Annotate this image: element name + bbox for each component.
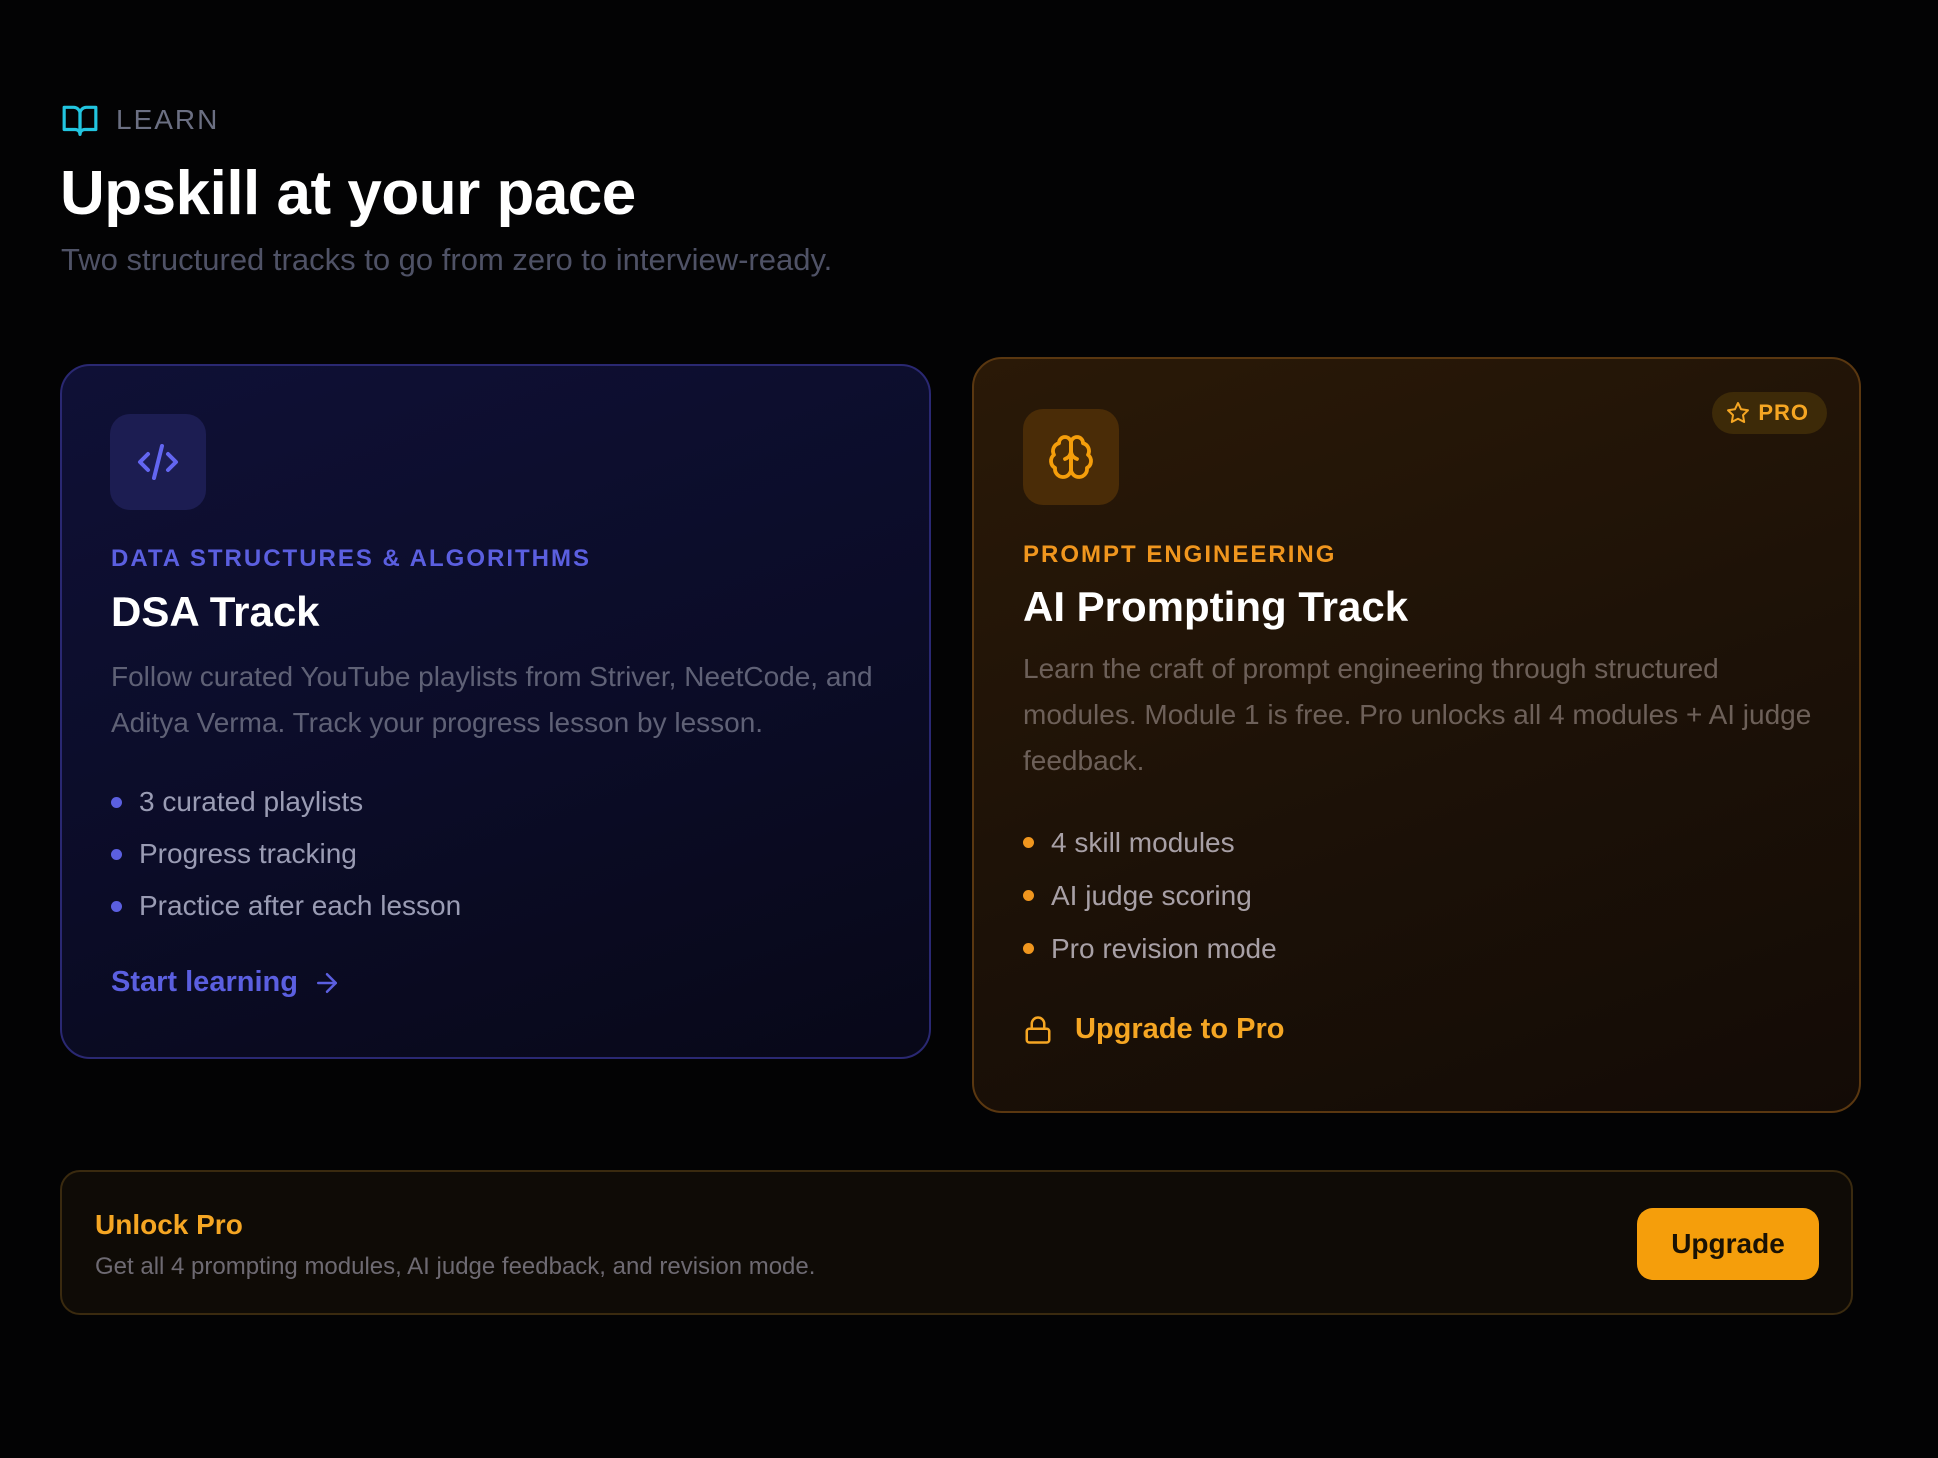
track-description: Learn the craft of prompt engineering th… xyxy=(1023,653,1812,776)
bullet-dot xyxy=(1023,943,1034,954)
page-title: Upskill at your pace xyxy=(60,159,636,228)
bullet-dot xyxy=(1023,890,1034,901)
track-title: AI Prompting Track xyxy=(1023,583,1409,630)
section-eyebrow: LEARN xyxy=(61,101,219,139)
bullet-dot xyxy=(111,848,122,860)
upgrade-button[interactable]: Upgrade xyxy=(1637,1208,1819,1280)
unlock-pro-banner: Unlock Pro Get all 4 prompting modules, … xyxy=(60,1170,1853,1315)
bullet-dot xyxy=(1023,837,1034,848)
banner-description: Get all 4 prompting modules, AI judge fe… xyxy=(95,1253,816,1280)
bullet-dot xyxy=(111,900,122,912)
track-kicker: DATA STRUCTURES & ALGORITHMS xyxy=(111,545,591,572)
track-kicker: PROMPT ENGINEERING xyxy=(1023,541,1337,568)
feature-label: AI judge scoring xyxy=(1051,879,1252,911)
dsa-track-card[interactable]: DATA STRUCTURES & ALGORITHMS DSA Track F… xyxy=(60,364,931,1059)
banner-title: Unlock Pro xyxy=(95,1209,243,1240)
feature-list: 3 curated playlists Progress tracking Pr… xyxy=(111,776,461,932)
eyebrow-label: LEARN xyxy=(116,104,220,135)
list-item: Progress tracking xyxy=(111,828,461,880)
brain-icon xyxy=(1047,433,1095,481)
upgrade-to-pro-link[interactable]: Upgrade to Pro xyxy=(1023,1013,1284,1046)
list-item: 3 curated playlists xyxy=(111,776,461,828)
feature-list: 4 skill modules AI judge scoring Pro rev… xyxy=(1023,816,1277,975)
page-subtitle: Two structured tracks to go from zero to… xyxy=(61,242,833,277)
cta-label: Upgrade to Pro xyxy=(1075,1013,1285,1045)
feature-label: Pro revision mode xyxy=(1051,932,1277,964)
ai-icon-tile xyxy=(1023,409,1119,505)
bullet-dot xyxy=(111,796,122,808)
lock-icon xyxy=(1023,1015,1053,1045)
list-item: 4 skill modules xyxy=(1023,816,1277,869)
code-icon xyxy=(134,438,182,486)
cta-label: Start learning xyxy=(111,966,298,998)
book-open-icon xyxy=(61,101,99,139)
arrow-right-icon xyxy=(312,968,342,998)
feature-label: Progress tracking xyxy=(139,838,357,869)
track-description: Follow curated YouTube playlists from St… xyxy=(111,661,873,738)
feature-label: 4 skill modules xyxy=(1051,826,1235,858)
pro-badge-label: PRO xyxy=(1758,400,1809,425)
list-item: Pro revision mode xyxy=(1023,922,1277,975)
dsa-icon-tile xyxy=(110,414,206,510)
track-title: DSA Track xyxy=(111,588,320,635)
feature-label: 3 curated playlists xyxy=(139,786,364,817)
ai-prompting-track-card[interactable]: PRO PROMPT ENGINEERING AI Prompting Trac… xyxy=(972,357,1861,1113)
pro-badge: PRO xyxy=(1712,392,1827,434)
learn-page: LEARN Upskill at your pace Two structure… xyxy=(0,0,1938,1458)
list-item: Practice after each lesson xyxy=(111,880,461,932)
list-item: AI judge scoring xyxy=(1023,869,1277,922)
star-icon xyxy=(1726,401,1750,425)
start-learning-link[interactable]: Start learning xyxy=(111,966,342,999)
feature-label: Practice after each lesson xyxy=(139,890,462,921)
